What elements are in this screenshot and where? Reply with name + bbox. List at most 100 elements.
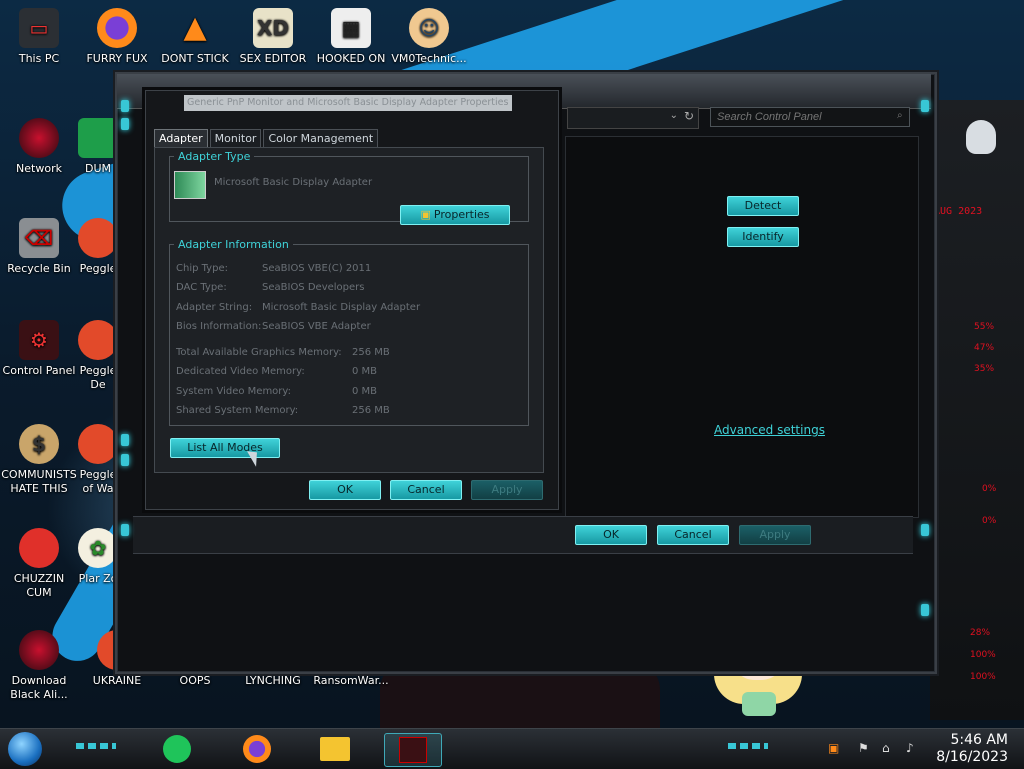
cp-ok-button[interactable]: OK bbox=[575, 525, 647, 545]
taskbar-app-control-panel[interactable] bbox=[384, 733, 442, 767]
desktop-icon-plants-zombies[interactable]: ✿ Plar Zo bbox=[78, 528, 118, 586]
recycle-bin-icon: ⌫ bbox=[19, 218, 59, 258]
gadget-readout: 100% bbox=[970, 650, 996, 660]
alien-network-icon bbox=[19, 118, 59, 158]
control-panel-icon bbox=[399, 737, 427, 763]
peggle-war-icon bbox=[78, 424, 118, 464]
tab-monitor[interactable]: Monitor bbox=[209, 129, 262, 147]
taskbar-app-firefox[interactable] bbox=[240, 733, 274, 765]
tab-color-management[interactable]: Color Management bbox=[263, 129, 379, 147]
desktop-icon-dont-stick[interactable]: ▲ DONT STICK bbox=[156, 8, 234, 66]
network-icon[interactable]: ⌂ bbox=[882, 741, 890, 755]
desktop-icon-network[interactable]: Network bbox=[0, 118, 78, 176]
flag-icon[interactable]: ⚑ bbox=[858, 741, 869, 755]
chevron-down-icon[interactable]: ⌄ bbox=[670, 110, 678, 121]
gadget-readout: 47% bbox=[974, 343, 995, 353]
peggle-deluxe-icon bbox=[78, 320, 118, 360]
memory-value: 256 MB bbox=[352, 347, 390, 358]
info-value: SeaBIOS VBE(C) 2011 bbox=[262, 263, 372, 274]
dialog-tabs: Adapter Monitor Color Management bbox=[154, 129, 380, 147]
taskbar-app-green[interactable] bbox=[160, 733, 194, 765]
desktop-icon-communists[interactable]: $ COMMUNISTS HATE THIS G... bbox=[0, 424, 78, 496]
frame-light bbox=[921, 524, 929, 536]
desktop-icon-chuzzin[interactable]: CHUZZIN CUM bbox=[0, 528, 78, 600]
desktop: AUG 2023 55% 47% 35% 0% 0% 28% 100% 100%… bbox=[0, 0, 1024, 728]
adapter-name: Microsoft Basic Display Adapter bbox=[214, 177, 373, 188]
chuzzle-icon bbox=[19, 528, 59, 568]
gadget-readout: 0% bbox=[982, 516, 997, 526]
address-bar[interactable]: ⌄ ↻ bbox=[567, 107, 699, 129]
desktop-icon-furry-fux[interactable]: FURRY FUX bbox=[78, 8, 156, 66]
list-all-modes-button[interactable]: List All Modes bbox=[170, 438, 280, 458]
refresh-icon[interactable]: ↻ bbox=[684, 109, 694, 123]
memory-label: Shared System Memory: bbox=[176, 405, 299, 416]
frame-light bbox=[121, 118, 129, 130]
system-clock[interactable]: 5:46 AM 8/16/2023 bbox=[936, 732, 1008, 766]
adapter-tab-panel: Adapter Type Microsoft Basic Display Ada… bbox=[154, 147, 544, 473]
adapter-type-group: Adapter Type Microsoft Basic Display Ada… bbox=[169, 150, 529, 225]
money-bag-icon: $ bbox=[19, 424, 59, 464]
info-label: Adapter String: bbox=[176, 302, 253, 313]
control-panel-button-bar: OK Cancel Apply bbox=[133, 516, 913, 554]
taskbar-lights-left bbox=[76, 743, 116, 749]
dialog-cancel-button[interactable]: Cancel bbox=[390, 480, 462, 500]
properties-button[interactable]: ▣ Properties bbox=[400, 205, 510, 225]
volume-icon[interactable]: ♪ bbox=[906, 741, 914, 755]
adapter-info-group: Adapter Information Chip Type: SeaBIOS V… bbox=[169, 238, 529, 426]
desktop-icon-this-pc[interactable]: ▭ This PC bbox=[0, 8, 78, 66]
gadget-readout: AUG 2023 bbox=[934, 206, 983, 217]
gadget-readout: 100% bbox=[970, 672, 996, 682]
desktop-icon-download-black-alien[interactable]: Download Black Ali... bbox=[0, 630, 78, 702]
taskbar-app-file-explorer[interactable] bbox=[318, 733, 352, 765]
vlc-cone-icon: ▲ bbox=[183, 10, 207, 45]
desktop-icon-vm0technic[interactable]: ☺ VM0Technic... bbox=[390, 8, 468, 66]
video-card-icon bbox=[174, 171, 206, 199]
dialog-title[interactable]: Generic PnP Monitor and Microsoft Basic … bbox=[184, 95, 512, 111]
clock-date: 8/16/2023 bbox=[936, 749, 1008, 765]
desktop-icon-recycle-bin[interactable]: ⌫ Recycle Bin bbox=[0, 218, 78, 276]
desktop-icon-control-panel[interactable]: ⚙ Control Panel bbox=[0, 320, 78, 378]
taskbar-lights-right bbox=[728, 743, 768, 749]
peggle-icon bbox=[78, 218, 118, 258]
gadget-readout: 0% bbox=[982, 484, 997, 494]
tray-app-icon[interactable]: ▣ bbox=[828, 741, 839, 755]
desktop-icon-peggle-war[interactable]: Peggle of Wa bbox=[78, 424, 118, 496]
desktop-icon-hooked-on[interactable]: ▦ HOOKED ON bbox=[312, 8, 390, 66]
cp-apply-button[interactable]: Apply bbox=[739, 525, 811, 545]
search-icon[interactable]: ⌕ bbox=[897, 110, 903, 121]
advanced-settings-link[interactable]: Advanced settings bbox=[714, 423, 825, 437]
memory-label: Dedicated Video Memory: bbox=[176, 366, 305, 377]
start-button[interactable] bbox=[8, 732, 42, 766]
info-value: SeaBIOS VBE Adapter bbox=[262, 321, 371, 332]
control-panel-icon: ⚙ bbox=[19, 320, 59, 360]
tab-adapter[interactable]: Adapter bbox=[154, 129, 208, 147]
shield-icon: ▣ bbox=[420, 208, 431, 221]
identify-button[interactable]: Identify bbox=[727, 227, 799, 247]
taskbar: ▣ ⚑ ⌂ ♪ 5:46 AM 8/16/2023 bbox=[0, 728, 1024, 769]
info-value: SeaBIOS Developers bbox=[262, 282, 365, 293]
dialog-apply-button[interactable]: Apply bbox=[471, 480, 543, 500]
alien-download-icon bbox=[19, 630, 59, 670]
desktop-icon-sex-editor[interactable]: XD SEX EDITOR bbox=[234, 8, 312, 66]
info-label: Chip Type: bbox=[176, 263, 228, 274]
search-input[interactable] bbox=[710, 107, 910, 127]
gadget-readout: 28% bbox=[970, 628, 991, 638]
folder-icon bbox=[320, 737, 350, 761]
plants-zombies-icon: ✿ bbox=[78, 528, 118, 568]
clock-time: 5:46 AM bbox=[950, 732, 1008, 748]
detect-button[interactable]: Detect bbox=[727, 196, 799, 216]
memory-label: Total Available Graphics Memory: bbox=[176, 347, 342, 358]
frame-light bbox=[121, 434, 129, 446]
desktop-icon-dum[interactable]: DUM bbox=[78, 118, 118, 176]
memory-value: 0 MB bbox=[352, 366, 378, 377]
maze-icon: ▦ bbox=[331, 8, 371, 48]
dialog-ok-button[interactable]: OK bbox=[309, 480, 381, 500]
alien-gadget-panel: AUG 2023 55% 47% 35% 0% 0% 28% 100% 100% bbox=[930, 100, 1024, 720]
green-app-icon bbox=[78, 118, 118, 158]
frame-light bbox=[121, 454, 129, 466]
desktop-icon-peggle[interactable]: Peggle bbox=[78, 218, 118, 276]
desktop-icon-peggle-deluxe[interactable]: Peggle De bbox=[78, 320, 118, 392]
memory-label: System Video Memory: bbox=[176, 386, 291, 397]
firefox-icon bbox=[243, 735, 271, 763]
cp-cancel-button[interactable]: Cancel bbox=[657, 525, 729, 545]
